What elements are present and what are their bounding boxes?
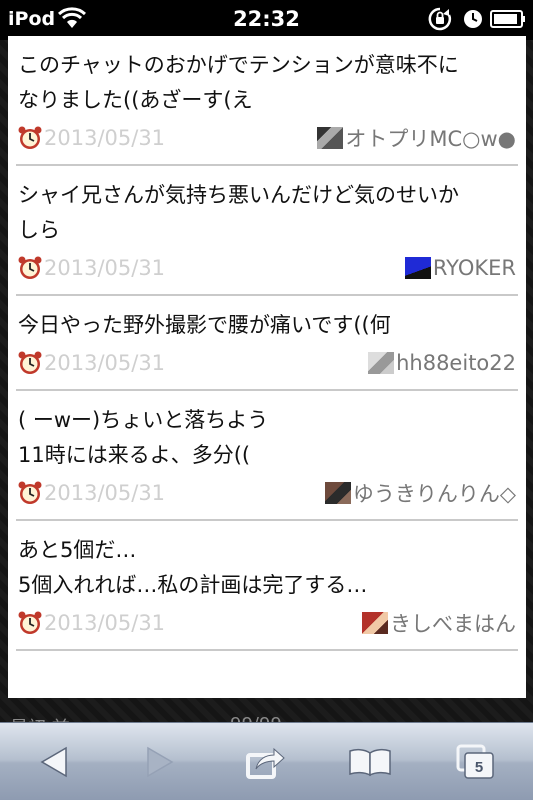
alarm-clock-icon [18,481,42,504]
chat-post: 今日やった野外撮影で腰が痛いです((何 2013/05/31 hh88eito2… [16,296,518,391]
username[interactable]: RYOKER [433,256,516,280]
post-user[interactable]: hh88eito22 [368,351,516,375]
message-line: しら [18,218,60,242]
username[interactable]: オトプリMC○w● [345,123,516,153]
tabs-icon: 5 [456,744,494,779]
message-line: 今日やった野外撮影で腰が痛いです((何 [18,313,391,337]
bookmarks-icon [349,748,391,777]
user-avatar [368,352,395,374]
message-line: 11時には来るよ、多分(( [18,443,251,467]
chat-log: このチャットのおかげでテンションが意味不に なりました((あざーす(え 2013… [8,36,526,698]
post-date: 2013/05/31 [44,611,166,635]
post-message: シャイ兄さんが気持ち悪いんだけど気のせいか しら [18,178,516,248]
back-button[interactable] [14,723,94,800]
post-date: 2013/05/31 [44,481,166,505]
username[interactable]: ゆうきりんりん◇ [353,478,516,508]
tabs-button[interactable]: 5 [436,723,516,800]
post-user[interactable]: オトプリMC○w● [317,123,516,153]
post-message: このチャットのおかげでテンションが意味不に なりました((あざーす(え [18,48,516,118]
post-date: 2013/05/31 [44,351,166,375]
message-line: なりました((あざーす(え [18,88,253,112]
post-meta: 2013/05/31 オトプリMC○w● [18,118,516,158]
message-line: あと5個だ… [18,538,137,562]
status-bar: iPod 22:32 [0,0,533,40]
forward-arrow-icon [147,746,174,778]
post-user[interactable]: きしべまはん [362,608,516,638]
message-line: 5個入れれば…私の計画は完了する… [18,573,368,597]
username[interactable]: きしべまはん [390,608,516,638]
share-button[interactable] [226,723,306,800]
user-avatar [362,612,388,634]
share-icon [246,747,285,779]
message-line: シャイ兄さんが気持ち悪いんだけど気のせいか [18,183,459,207]
post-date: 2013/05/31 [44,256,166,280]
post-message: 今日やった野外撮影で腰が痛いです((何 [18,308,516,343]
post-message: ( ーwー)ちょいと落ちよう 11時には来るよ、多分(( [18,403,516,473]
username[interactable]: hh88eito22 [396,351,516,375]
battery-icon [490,10,525,28]
chat-post: あと5個だ… 5個入れれば…私の計画は完了する… 2013/05/31 きしべま… [16,521,518,651]
back-arrow-icon [40,746,67,778]
user-avatar [404,257,431,279]
tabs-count: 5 [475,759,483,776]
message-line: ( ーwー)ちょいと落ちよう [18,408,269,432]
user-avatar [317,127,344,149]
forward-button[interactable] [120,723,200,800]
user-avatar [324,482,351,504]
post-meta: 2013/05/31 hh88eito22 [18,343,516,383]
bookmarks-button[interactable] [330,723,410,800]
post-user[interactable]: RYOKER [404,256,516,280]
alarm-clock-icon [18,351,42,374]
chat-post: このチャットのおかげでテンションが意味不に なりました((あざーす(え 2013… [16,36,518,166]
post-meta: 2013/05/31 RYOKER [18,248,516,288]
post-user[interactable]: ゆうきりんりん◇ [324,478,516,508]
chat-post: ( ーwー)ちょいと落ちよう 11時には来るよ、多分(( 2013/05/31 … [16,391,518,521]
alarm-clock-icon [18,126,42,149]
chat-post: シャイ兄さんが気持ち悪いんだけど気のせいか しら 2013/05/31 RYOK… [16,166,518,296]
post-message: あと5個だ… 5個入れれば…私の計画は完了する… [18,533,516,603]
post-date: 2013/05/31 [44,126,166,150]
post-meta: 2013/05/31 ゆうきりんりん◇ [18,473,516,513]
post-meta: 2013/05/31 きしべまはん [18,603,516,643]
clock: 22:32 [233,7,300,31]
safari-toolbar: 5 [0,722,533,800]
alarm-clock-icon [18,256,42,279]
alarm-status-icon [464,10,482,28]
alarm-clock-icon [18,611,42,634]
message-line: このチャットのおかげでテンションが意味不に [18,53,459,77]
orientation-lock-icon [428,7,452,31]
